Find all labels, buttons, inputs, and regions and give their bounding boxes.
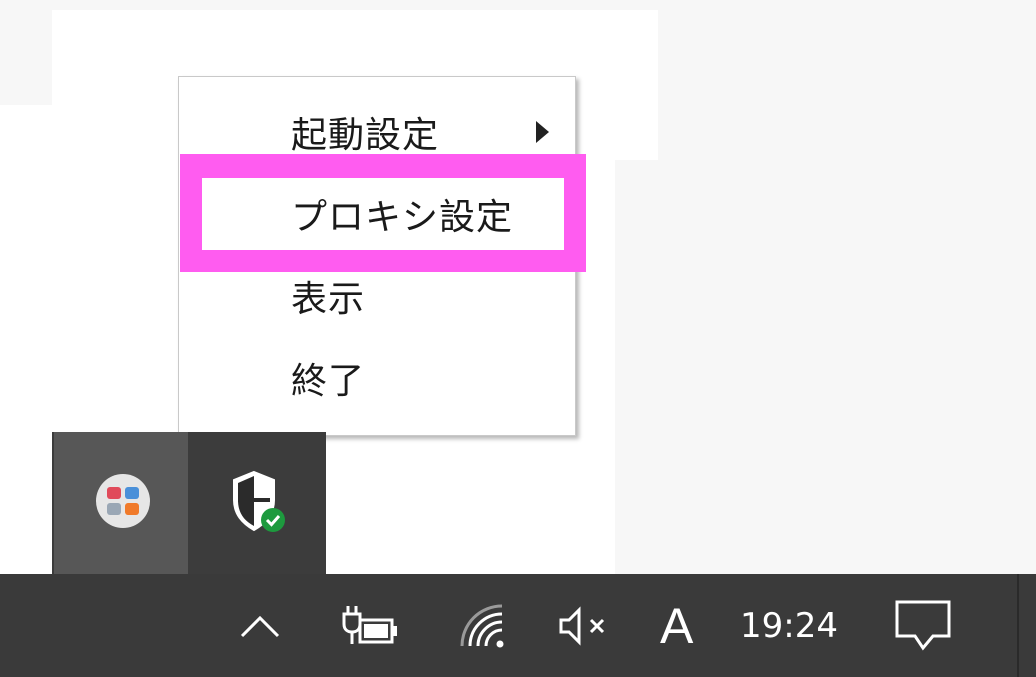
menu-item-exit[interactable]: 終了 <box>179 337 575 419</box>
app-icon <box>96 474 150 528</box>
app-icon-segment <box>107 487 121 499</box>
power-button[interactable] <box>336 574 402 677</box>
battery-plug-icon <box>342 605 397 644</box>
menu-item-label: 起動設定 <box>291 115 440 156</box>
app-icon-segment <box>107 503 121 515</box>
tray-overflow-panel <box>52 432 326 574</box>
tray-item-windows-security[interactable] <box>188 432 322 574</box>
action-center-icon <box>895 600 951 651</box>
chevron-up-icon <box>240 615 280 637</box>
windows-security-shield-icon <box>233 470 285 532</box>
clock[interactable]: 19:24 <box>740 574 838 677</box>
app-icon-segment <box>125 503 139 515</box>
volume-button[interactable] <box>556 574 616 677</box>
ime-indicator[interactable]: A <box>660 574 693 677</box>
tray-item-app[interactable] <box>54 432 188 574</box>
show-desktop-divider[interactable] <box>1017 574 1019 677</box>
taskbar: A 19:24 <box>0 574 1036 677</box>
submenu-arrow-icon <box>536 121 549 143</box>
wifi-icon <box>460 604 504 647</box>
action-center-button[interactable] <box>890 574 956 677</box>
app-icon-segment <box>125 487 139 499</box>
menu-item-label: 表示 <box>291 279 366 320</box>
volume-muted-icon <box>559 605 605 646</box>
show-hidden-icons-button[interactable] <box>232 574 288 677</box>
highlight-box <box>180 154 586 272</box>
network-button[interactable] <box>456 574 512 677</box>
menu-item-label: 終了 <box>291 361 366 402</box>
